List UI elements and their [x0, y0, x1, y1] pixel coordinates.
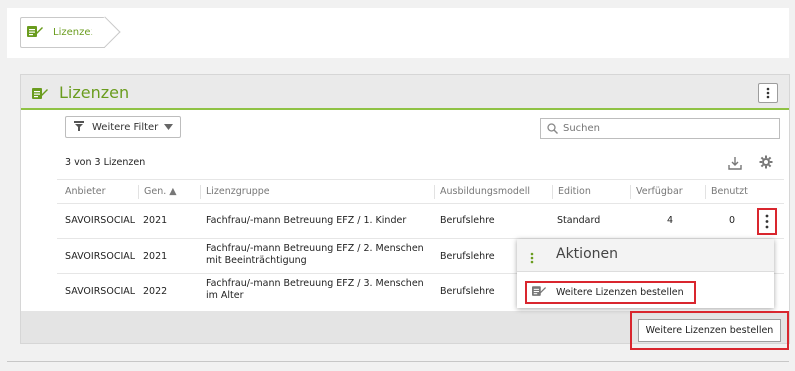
search-input[interactable]	[563, 123, 763, 134]
column-header-ausbildungsmodell[interactable]: Ausbildungsmodell	[435, 181, 530, 203]
license-icon	[27, 23, 43, 42]
export-icon[interactable]	[728, 155, 742, 174]
cell-edition: Standard	[557, 215, 601, 226]
cell-ausbildungsmodell: Berufslehre	[440, 286, 495, 297]
divider	[57, 179, 784, 180]
filter-icon	[74, 120, 84, 134]
panel-menu-button[interactable]	[758, 83, 778, 103]
cell-verfuegbar: 4	[667, 215, 674, 226]
cell-anbieter: SAVOIRSOCIAL	[65, 251, 136, 262]
chevron-down-icon	[164, 122, 174, 133]
kebab-icon	[766, 87, 770, 99]
order-more-licenses-highlight: Weitere Lizenzen bestellen	[630, 311, 789, 350]
gear-icon[interactable]	[759, 154, 773, 173]
panel-header: Lizenzen	[21, 75, 789, 110]
search-icon	[547, 119, 558, 138]
column-header-benutzt[interactable]: Benutzt	[706, 181, 748, 203]
breadcrumb-arrow	[89, 16, 121, 48]
cell-lizenzgruppe: Fachfrau/-mann Betreuung EFZ / 2. Mensch…	[206, 243, 424, 266]
menu-item-label: Weitere Lizenzen bestellen	[556, 287, 684, 298]
column-header-edition[interactable]: Edition	[553, 181, 591, 203]
cell-benutzt: 0	[729, 215, 736, 226]
breadcrumb-bar: Lizenzen	[7, 8, 789, 58]
actions-header: Aktionen	[517, 239, 774, 272]
search-field[interactable]	[540, 118, 780, 139]
divider	[7, 361, 789, 362]
cell-lizenzgruppe: Fachfrau/-mann Betreuung EFZ / 3. Mensch…	[206, 278, 424, 301]
actions-dropdown: Aktionen Weitere Lizenzen bestellen	[517, 239, 774, 308]
cell-lizenzgruppe: Fachfrau/-mann Betreuung EFZ / 1. Kinder	[206, 215, 407, 226]
cell-ausbildungsmodell: Berufslehre	[440, 251, 495, 262]
kebab-icon	[530, 249, 534, 268]
cell-gen: 2021	[143, 215, 168, 226]
column-header-lizenzgruppe[interactable]: Lizenzgruppe	[201, 181, 270, 203]
cell-anbieter: SAVOIRSOCIAL	[65, 215, 136, 226]
row-actions-button[interactable]	[757, 208, 777, 235]
column-header-anbieter[interactable]: Anbieter	[60, 181, 106, 203]
cell-gen: 2022	[143, 286, 168, 297]
license-icon	[532, 285, 546, 300]
cell-anbieter: SAVOIRSOCIAL	[65, 286, 136, 297]
order-more-licenses-menu-item[interactable]: Weitere Lizenzen bestellen	[525, 281, 696, 304]
more-filters-button[interactable]: Weitere Filter	[65, 116, 181, 138]
divider	[57, 203, 784, 204]
cell-ausbildungsmodell: Berufslehre	[440, 215, 495, 226]
license-icon	[32, 85, 48, 104]
actions-title: Aktionen	[556, 246, 618, 262]
cell-gen: 2021	[143, 251, 168, 262]
page-title: Lizenzen	[59, 83, 130, 102]
order-more-licenses-button[interactable]: Weitere Lizenzen bestellen	[638, 319, 781, 342]
result-count: 3 von 3 Lizenzen	[65, 157, 146, 168]
breadcrumb[interactable]: Lizenzen	[20, 16, 121, 48]
filter-label: Weitere Filter	[92, 121, 159, 133]
column-header-gen[interactable]: Gen. ▲	[139, 181, 177, 203]
column-header-verfuegbar[interactable]: Verfügbar	[631, 181, 683, 203]
